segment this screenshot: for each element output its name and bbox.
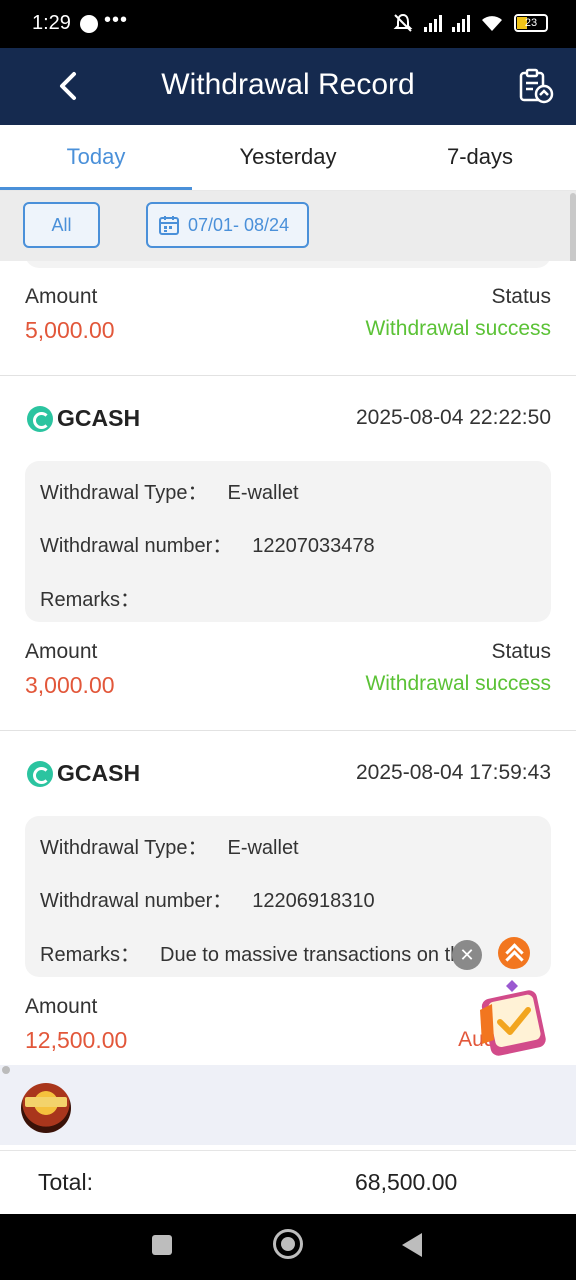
date-tabs: Today Yesterday 7-days <box>0 125 576 191</box>
amount-value: 12,500.00 <box>25 1027 128 1053</box>
status-label: Status <box>491 640 551 663</box>
drag-handle[interactable] <box>2 1066 10 1074</box>
date-range-label: 07/01- 08/24 <box>188 215 290 235</box>
page-title: Withdrawal Record <box>161 68 415 101</box>
remarks-label: Remarks： <box>40 589 141 611</box>
filter-bar: All 07/01- 08/24 <box>0 191 576 261</box>
total-label: Total: <box>38 1169 93 1195</box>
record-details: Withdrawal Type： E-wallet Withdrawal numb… <box>25 461 551 622</box>
status-bar: 1:29 ••• 23 <box>0 0 576 48</box>
list-item: Amount 5,000.00 Status Withdrawal succes… <box>0 261 576 376</box>
amount-label: Amount <box>25 285 98 308</box>
record-details <box>25 261 551 268</box>
back-button[interactable] <box>402 1233 422 1257</box>
tab-today[interactable]: Today <box>0 125 192 190</box>
remarks-value: Due to massive transactions on the <box>160 944 473 966</box>
withdrawal-number-row: Withdrawal number： 12207033478 <box>40 529 375 558</box>
withdrawal-type-label: Withdrawal Type： <box>40 482 208 504</box>
withdrawal-number-value: 12206918310 <box>252 890 375 912</box>
all-filter-button[interactable]: All <box>23 202 100 248</box>
record-header: GCASH 2025-08-04 17:59:43 <box>25 759 551 789</box>
system-nav-bar <box>0 1214 576 1280</box>
payment-brand: GCASH <box>57 760 141 786</box>
withdrawal-type-label: Withdrawal Type： <box>40 837 208 859</box>
messenger-icon <box>80 15 98 33</box>
game-logo-avatar[interactable] <box>21 1083 71 1133</box>
withdrawal-type-value: E-wallet <box>227 837 299 859</box>
remarks-row: Remarks： <box>40 583 160 612</box>
status-label: Status <box>491 285 551 308</box>
home-button[interactable] <box>273 1229 303 1259</box>
amount-label: Amount <box>25 995 98 1018</box>
status-value: Withdrawal success <box>365 317 551 340</box>
mute-icon <box>393 13 413 32</box>
withdrawal-type-value: E-wallet <box>227 482 299 504</box>
status-value: Withdrawal success <box>365 672 551 695</box>
payment-brand: GCASH <box>57 405 141 431</box>
tab-yesterday[interactable]: Yesterday <box>192 125 384 190</box>
total-value: 68,500.00 <box>355 1169 458 1195</box>
withdrawal-number-value: 12207033478 <box>252 535 375 557</box>
record-timestamp: 2025-08-04 17:59:43 <box>356 761 551 784</box>
bottom-area <box>0 1065 576 1145</box>
date-range-button[interactable]: 07/01- 08/24 <box>146 202 309 248</box>
withdrawal-number-label: Withdrawal number： <box>40 890 233 912</box>
withdrawal-number-label: Withdrawal number： <box>40 535 233 557</box>
scroll-to-top-button[interactable] <box>498 937 530 969</box>
record-header: GCASH 2025-08-04 22:22:50 <box>25 404 551 434</box>
gcash-logo-icon <box>27 761 53 787</box>
total-bar: Total: 68,500.00 <box>0 1150 576 1214</box>
gcash-logo-icon <box>27 406 53 432</box>
task-reward-icon[interactable] <box>472 980 556 1058</box>
battery-level: 23 <box>524 17 538 29</box>
list-item: GCASH 2025-08-04 22:22:50 Withdrawal Typ… <box>0 376 576 731</box>
remarks-row: Remarks： Due to massive transactions on t… <box>40 938 472 967</box>
amount-label: Amount <box>25 640 98 663</box>
clipboard-upload-icon[interactable] <box>518 68 554 104</box>
clock: 1:29 <box>32 12 71 34</box>
record-timestamp: 2025-08-04 22:22:50 <box>356 406 551 429</box>
withdrawal-number-row: Withdrawal number： 12206918310 <box>40 884 375 913</box>
app-header: Withdrawal Record <box>0 48 576 125</box>
withdrawal-list: Amount 5,000.00 Status Withdrawal succes… <box>0 261 576 1065</box>
calendar-icon <box>159 216 179 235</box>
close-float-button[interactable]: ✕ <box>452 940 482 970</box>
signal-icon-2 <box>452 14 470 32</box>
more-notifications-icon: ••• <box>104 9 129 31</box>
withdrawal-type-row: Withdrawal Type： E-wallet <box>40 831 299 860</box>
amount-value: 3,000.00 <box>25 672 115 698</box>
tab-7-days[interactable]: 7-days <box>384 125 576 190</box>
amount-value: 5,000.00 <box>25 317 115 343</box>
signal-icon <box>424 14 442 32</box>
remarks-label: Remarks： <box>40 944 141 966</box>
recents-button[interactable] <box>152 1235 172 1255</box>
battery-icon: 23 <box>514 14 548 32</box>
wifi-icon <box>482 16 502 31</box>
withdrawal-type-row: Withdrawal Type： E-wallet <box>40 476 299 505</box>
